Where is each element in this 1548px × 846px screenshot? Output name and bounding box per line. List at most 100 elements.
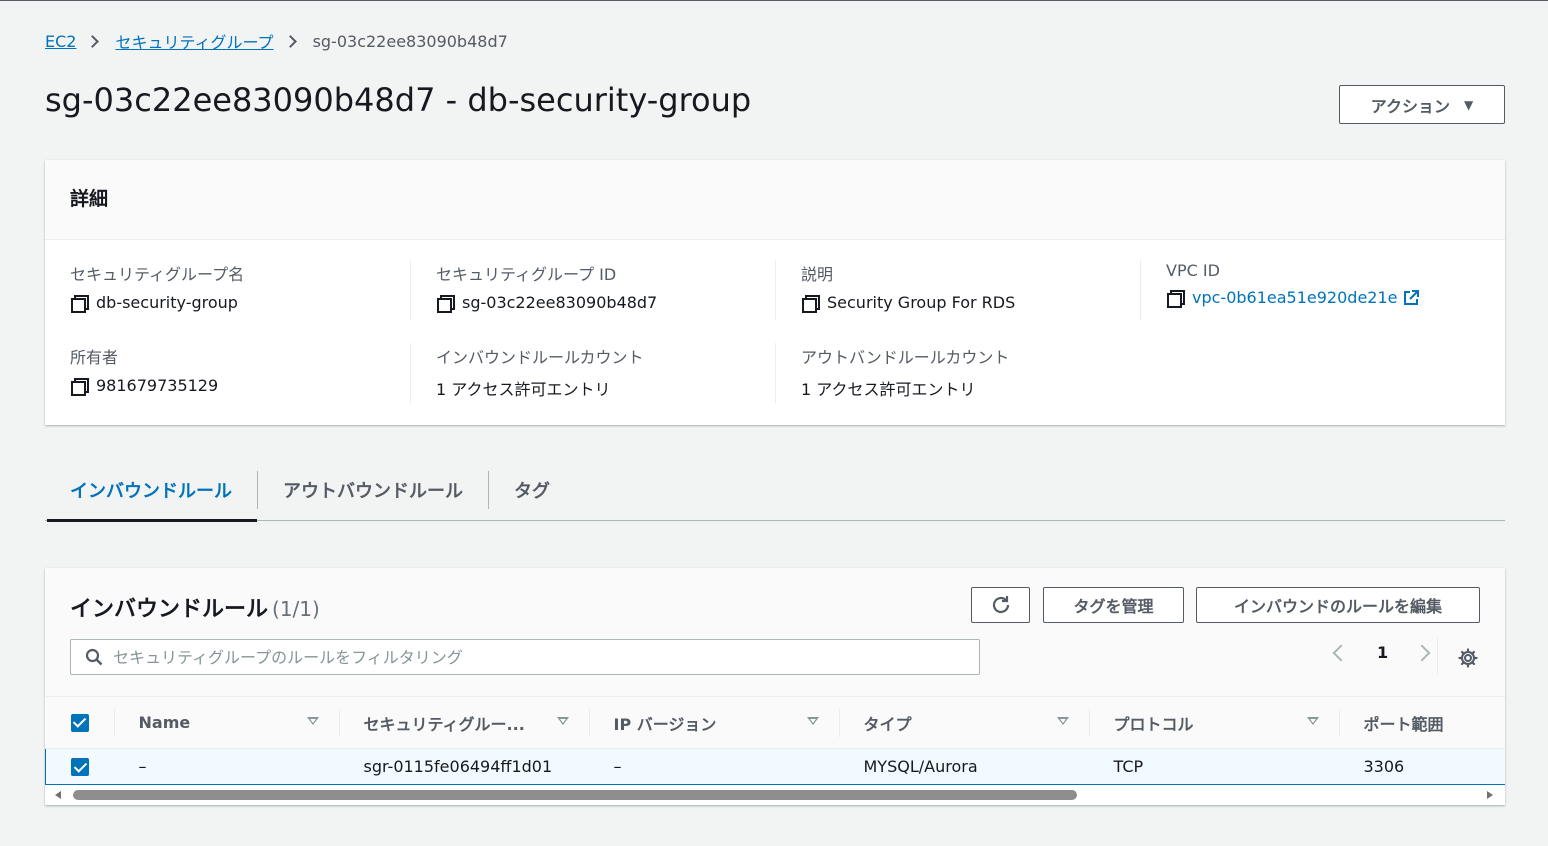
detail-outbound-count: アウトバンドルールカウント 1 アクセス許可エントリ	[801, 344, 1131, 400]
row-select-cell	[45, 748, 114, 785]
copy-icon[interactable]	[801, 294, 820, 313]
sort-icon[interactable]	[556, 717, 569, 725]
detail-value-wrap: vpc-0b61ea51e920de21e	[1166, 288, 1496, 308]
detail-label: 説明	[801, 265, 834, 284]
gear-icon[interactable]	[1458, 648, 1478, 668]
rules-title-text: インバウンドルール	[70, 597, 269, 622]
copy-icon[interactable]	[1166, 289, 1185, 308]
detail-label: インバウンドルールカウント	[436, 348, 644, 367]
chevron-left-icon[interactable]	[1332, 644, 1350, 661]
column-header-protocol[interactable]: プロトコル	[1088, 696, 1339, 749]
column-header-sg-rule-id[interactable]: セキュリティグルー...	[338, 696, 589, 749]
sort-icon[interactable]	[1306, 717, 1319, 725]
column-header-label: IP バージョン	[613, 714, 717, 734]
details-panel: 詳細 セキュリティグループ名 db-security-group セキュリティグ…	[45, 160, 1505, 425]
cell-port-range: 3306	[1338, 748, 1505, 785]
detail-value: sg-03c22ee83090b48d7	[462, 293, 658, 312]
scroll-right-icon[interactable]	[1487, 791, 1493, 799]
tab-tags[interactable]: タグ	[489, 459, 575, 520]
external-link-svg	[1404, 289, 1420, 305]
detail-value: 1 アクセス許可エントリ	[801, 380, 976, 399]
th-inner: セキュリティグルー...	[338, 697, 589, 748]
detail-value-wrap: db-security-group	[70, 293, 400, 313]
vpc-id-link[interactable]: vpc-0b61ea51e920de21e	[1192, 288, 1397, 307]
pager-divider	[1437, 638, 1438, 674]
detail-label: セキュリティグループ ID	[436, 265, 617, 284]
detail-value: db-security-group	[96, 293, 238, 312]
table-row[interactable]: – sgr-0115fe06494ff1d01 – MYSQL/Aurora T…	[45, 748, 1505, 785]
scroll-left-icon[interactable]	[55, 791, 61, 799]
actions-button-label: アクション	[1370, 96, 1450, 116]
breadcrumb-link-security-groups[interactable]: セキュリティグループ	[115, 29, 273, 53]
detail-label: 所有者	[70, 348, 119, 367]
horizontal-scrollbar[interactable]	[45, 785, 1505, 805]
detail-label: VPC ID	[1166, 261, 1220, 280]
column-header-label: セキュリティグルー...	[363, 714, 525, 734]
filter-search[interactable]	[70, 639, 980, 675]
th-inner: IP バージョン	[588, 697, 839, 748]
filter-input[interactable]	[113, 647, 913, 667]
th-inner: Name	[113, 697, 339, 748]
column-header-type[interactable]: タイプ	[838, 696, 1089, 749]
sort-icon[interactable]	[1056, 717, 1069, 725]
column-divider	[410, 260, 411, 320]
detail-value-wrap: sg-03c22ee83090b48d7	[436, 293, 766, 313]
tab-bar: インバウンドルール アウトバウンドルール タグ	[45, 459, 1505, 522]
chevron-right-icon[interactable]	[1413, 644, 1431, 661]
column-header-label: プロトコル	[1113, 714, 1194, 734]
detail-label: セキュリティグループ名	[70, 265, 245, 284]
manage-tags-button[interactable]: タグを管理	[1043, 587, 1184, 623]
breadcrumb-current: sg-03c22ee83090b48d7	[312, 31, 508, 51]
row-checkbox[interactable]	[71, 758, 89, 777]
sort-icon[interactable]	[806, 717, 819, 725]
inbound-rules-panel: インバウンドルール(1/1) タグを管理 インバウンドのルールを編集 1	[45, 568, 1505, 805]
tab-outbound-rules[interactable]: アウトバウンドルール	[258, 459, 488, 520]
th-inner: タイプ	[838, 697, 1089, 748]
chevron-right-icon	[86, 34, 100, 48]
detail-value: 1 アクセス許可エントリ	[436, 380, 611, 399]
column-header-ip-version[interactable]: IP バージョン	[588, 696, 839, 749]
page-title: sg-03c22ee83090b48d7 - db-security-group	[45, 81, 752, 119]
sort-icon[interactable]	[306, 717, 319, 725]
th-inner	[46, 697, 114, 748]
column-divider	[410, 343, 411, 403]
tab-inbound-rules[interactable]: インバウンドルール	[45, 459, 257, 522]
edit-inbound-rules-button[interactable]: インバウンドのルールを編集	[1196, 587, 1480, 623]
rules-title: インバウンドルール (1/1)	[70, 591, 320, 623]
refresh-icon	[992, 596, 1009, 614]
refresh-button[interactable]	[971, 587, 1030, 623]
select-all-checkbox[interactable]	[70, 713, 89, 732]
chevron-right-icon	[283, 34, 297, 48]
copy-icon[interactable]	[70, 377, 89, 396]
external-link-icon[interactable]	[1403, 289, 1420, 306]
table-header-row: Name セキュリティグルー... IP バージョン タイプ プロトコル ポート…	[45, 696, 1506, 749]
page-number[interactable]: 1	[1377, 643, 1388, 662]
column-header-port-range[interactable]: ポート範囲	[1338, 696, 1506, 749]
breadcrumb-link-ec2[interactable]: EC2	[45, 32, 76, 51]
column-header-label: ポート範囲	[1363, 714, 1444, 734]
copy-icon[interactable]	[436, 294, 455, 313]
detail-value-wrap: 981679735129	[70, 376, 400, 396]
column-header-label: タイプ	[863, 714, 912, 734]
detail-value: 981679735129	[96, 376, 219, 395]
column-header-name[interactable]: Name	[113, 696, 339, 749]
detail-vpc-id: VPC ID vpc-0b61ea51e920de21e	[1166, 261, 1496, 308]
scrollbar-thumb[interactable]	[73, 790, 1077, 800]
detail-label: アウトバンドルールカウント	[801, 348, 1010, 367]
cell-name: –	[113, 748, 339, 785]
th-inner: ポート範囲	[1338, 697, 1506, 748]
th-inner: プロトコル	[1088, 697, 1339, 748]
pagination: 1	[1327, 643, 1431, 662]
column-header-label: Name	[138, 713, 191, 732]
rules-header: インバウンドルール(1/1) タグを管理 インバウンドのルールを編集 1	[45, 568, 1505, 696]
breadcrumb: EC2 セキュリティグループ sg-03c22ee83090b48d7	[45, 29, 508, 53]
rules-table: Name セキュリティグルー... IP バージョン タイプ プロトコル ポート…	[45, 696, 1505, 785]
actions-button[interactable]: アクション ▼	[1339, 85, 1505, 124]
column-divider	[775, 260, 776, 320]
cell-type: MYSQL/Aurora	[838, 748, 1089, 785]
column-divider	[775, 343, 776, 403]
copy-icon[interactable]	[70, 294, 89, 313]
cell-ip-version: –	[588, 748, 839, 785]
detail-value: Security Group For RDS	[827, 293, 1016, 312]
cell-protocol: TCP	[1088, 748, 1339, 785]
